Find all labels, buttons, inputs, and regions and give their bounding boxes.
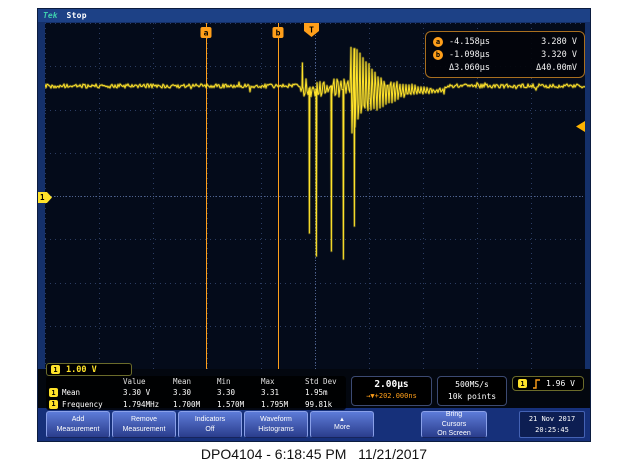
button-label: On Screen: [437, 430, 471, 438]
timebase-value: 2.00μs: [374, 379, 409, 390]
rising-edge-icon: [533, 378, 540, 389]
cursor-delta-time: Δ3.060μs: [449, 62, 490, 73]
cursor-delta-voltage: Δ40.00mV: [536, 62, 577, 73]
meas-mean-max: 3.31: [261, 388, 280, 398]
channel1-badge: 1: [49, 399, 58, 409]
time-value: 20:25:45: [535, 425, 569, 434]
button-label: Cursors: [441, 420, 467, 428]
cursor-a-badge: a: [433, 36, 443, 47]
delay-position-icon: →▼: [366, 392, 375, 400]
acquisition-readout: 500MS/s 10k points: [437, 376, 507, 406]
button-label: Measurement: [56, 425, 100, 433]
cursor-b-readout: b -1.098μs 3.320 V: [433, 48, 577, 61]
meas-freq-stddev: 99.81k: [305, 399, 333, 409]
trigger-level-value: 1.96 V: [546, 379, 575, 388]
meas-mean-value: 3.30 V: [123, 388, 151, 398]
meas-row-mean-name: 1 Mean: [49, 388, 123, 398]
channel1-scale-readout: 1 1.00 V: [46, 363, 132, 376]
button-label: Off: [205, 425, 215, 433]
meas-mean-min: 3.30: [217, 388, 236, 398]
meas-mean-stddev: 1.95m: [305, 388, 328, 398]
cursor-a-time: -4.158μs: [449, 36, 490, 47]
trigger-readout: 1 1.96 V: [512, 376, 584, 391]
meas-header-value: Value: [123, 377, 146, 387]
svg-text:b: b: [276, 29, 281, 38]
indicators-button[interactable]: Indicators Off: [178, 411, 242, 438]
button-label: Bring: [445, 411, 463, 419]
meas-name-label: Mean: [62, 388, 81, 398]
bring-cursors-on-screen-button[interactable]: Bring Cursors On Screen: [421, 411, 487, 438]
button-label: Measurement: [122, 425, 166, 433]
top-bar: Tek Stop: [38, 9, 590, 22]
channel1-badge: 1: [51, 365, 60, 374]
svg-text:a: a: [204, 29, 209, 38]
trigger-source-badge: 1: [518, 379, 527, 388]
date-value: 21 Nov 2017: [528, 415, 576, 423]
button-label: More: [334, 423, 350, 431]
channel1-badge: 1: [49, 388, 58, 398]
button-label: Histograms: [258, 425, 294, 433]
caption: DPO4104 - 6:18:45 PM 11/21/2017: [200, 446, 428, 462]
meas-header-min: Min: [217, 377, 231, 387]
channel1-ground-label: 1: [40, 193, 45, 202]
meas-freq-value: 1.794MHz: [123, 399, 160, 409]
cursor-readout-panel: a -4.158μs 3.280 V b -1.098μs 3.320 V Δ3…: [425, 31, 585, 78]
cursor-a-readout: a -4.158μs 3.280 V: [433, 35, 577, 48]
meas-mean-mean: 3.30: [173, 388, 192, 398]
oscilloscope-screen: Tek Stop abT a -4.158μs 3.280 V b -1.098…: [37, 8, 591, 442]
sample-rate: 500MS/s: [455, 380, 489, 389]
add-measurement-button[interactable]: Add Measurement: [46, 411, 110, 438]
meas-header-mean: Mean: [173, 377, 192, 387]
meas-freq-mean: 1.700M: [173, 399, 201, 409]
svg-text:T: T: [309, 26, 314, 35]
cursor-b-badge: b: [433, 49, 443, 60]
meas-header-stddev: Std Dev: [305, 377, 337, 387]
horizontal-readout: 2.00μs →▼+202.000ns: [351, 376, 432, 406]
measurement-table: Value Mean Min Max Std Dev 1 Mean 3.30 V…: [46, 376, 346, 410]
meas-freq-max: 1.795M: [261, 399, 289, 409]
more-button[interactable]: ▲ More: [310, 411, 374, 438]
channel1-scale-value: 1.00 V: [66, 364, 97, 375]
cursor-delta-readout: Δ3.060μs Δ40.00mV: [433, 61, 577, 74]
cursor-a-voltage: 3.280 V: [541, 36, 577, 47]
record-length: 10k points: [447, 392, 497, 402]
meas-name-label: Frequency: [62, 399, 103, 409]
meas-header-max: Max: [261, 377, 275, 387]
meas-freq-min: 1.570M: [217, 399, 245, 409]
meas-row-frequency-name: 1 Frequency: [49, 399, 123, 409]
button-label: Remove: [130, 416, 158, 424]
button-label: Indicators: [194, 416, 226, 424]
acquisition-status: Stop: [66, 11, 87, 20]
button-label: Add: [71, 416, 85, 424]
trigger-delay-readout: →▼+202.000ns: [352, 392, 431, 400]
delay-value: +202.000ns: [374, 392, 417, 400]
button-label: Waveform: [260, 416, 292, 424]
tek-logo: Tek: [43, 11, 58, 20]
remove-measurement-button[interactable]: Remove Measurement: [112, 411, 176, 438]
cursor-b-voltage: 3.320 V: [541, 49, 577, 60]
datetime-readout: 21 Nov 2017 20:25:45: [519, 411, 585, 438]
waveform-histograms-button[interactable]: Waveform Histograms: [244, 411, 308, 438]
cursor-b-time: -1.098μs: [449, 49, 490, 60]
